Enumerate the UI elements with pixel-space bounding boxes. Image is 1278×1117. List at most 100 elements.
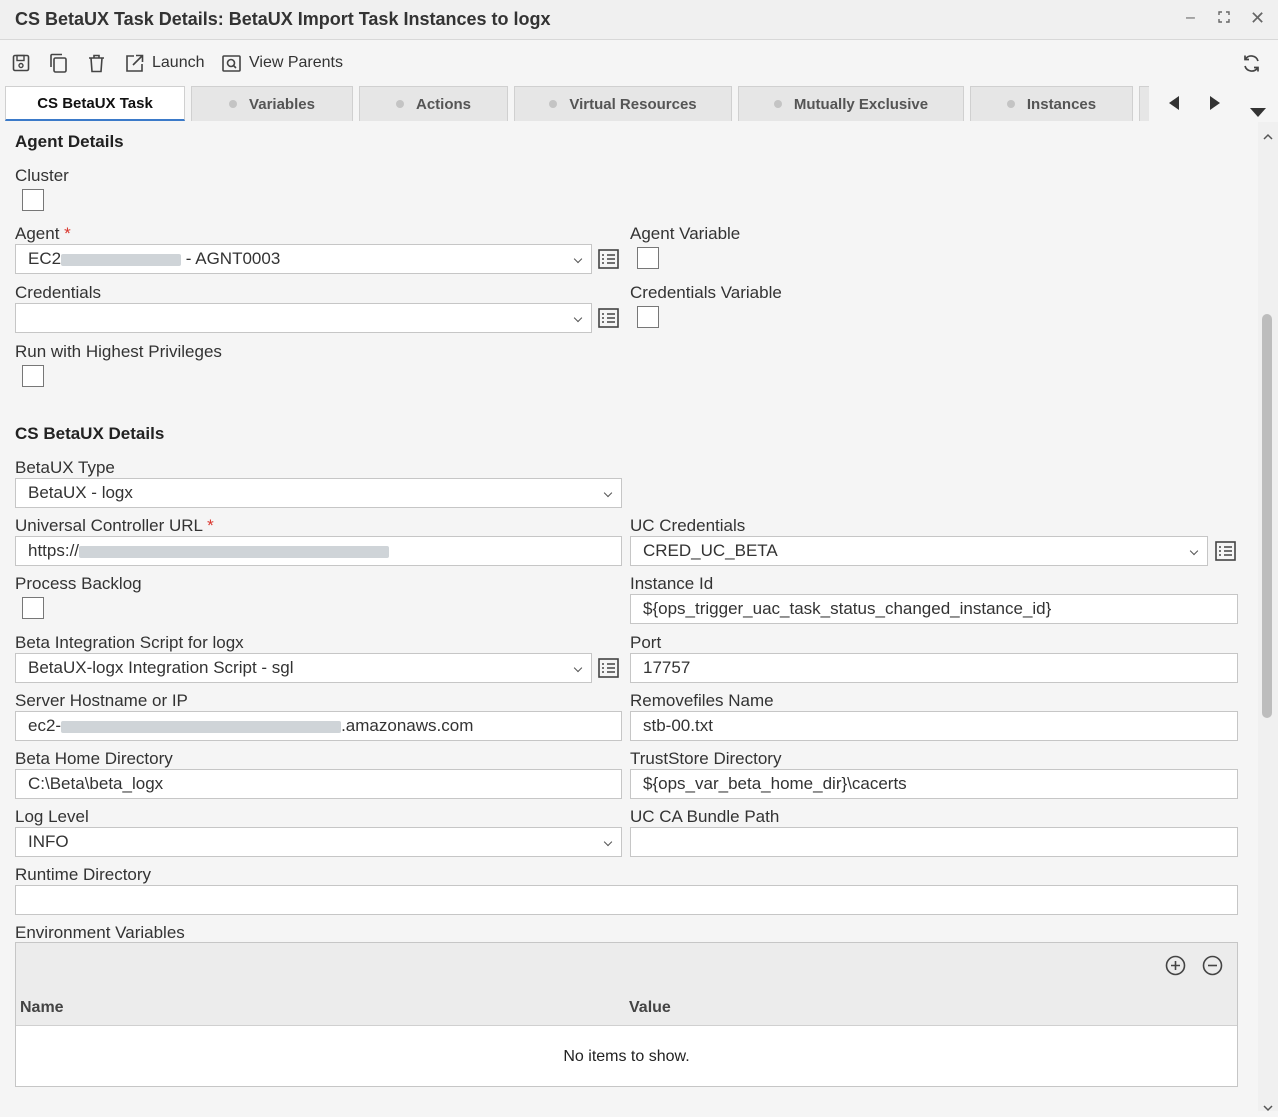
credentials-label: Credentials	[15, 283, 101, 302]
window-title: CS BetaUX Task Details: BetaUX Import Ta…	[15, 9, 551, 29]
highest-privileges-checkbox[interactable]	[22, 365, 44, 387]
ca-bundle-label: UC CA Bundle Path	[630, 807, 780, 826]
refresh-icon	[1244, 54, 1259, 72]
tab-scroll-left-icon[interactable]	[1168, 96, 1180, 115]
removefiles-input[interactable]: stb-00.txt	[630, 711, 1238, 741]
tab-label: Virtual Resources	[569, 95, 697, 113]
maximize-icon[interactable]	[1218, 10, 1230, 28]
status-dot-icon	[773, 100, 782, 108]
tab-menu-chevron-down-icon[interactable]	[1250, 104, 1266, 122]
add-row-icon[interactable]	[1165, 955, 1186, 981]
tab-label: Mutually Exclusive	[793, 95, 929, 113]
empty-message: No items to show.	[563, 1048, 690, 1065]
tab-overflow	[1139, 86, 1149, 121]
tab-variables[interactable]: Variables	[191, 86, 353, 121]
minimize-icon[interactable]: –	[1186, 9, 1195, 27]
scroll-up-icon[interactable]	[1263, 127, 1273, 145]
credentials-list-icon[interactable]	[598, 308, 619, 333]
launch-label: Launch	[152, 54, 205, 71]
launch-icon	[126, 54, 144, 72]
status-dot-icon	[1006, 100, 1015, 108]
close-icon[interactable]: ✕	[1250, 8, 1265, 29]
status-dot-icon	[549, 100, 558, 108]
scrollbar-thumb[interactable]	[1262, 314, 1272, 718]
tab-cs-betaux-task[interactable]: CS BetaUX Task	[5, 86, 185, 121]
tab-label: CS BetaUX Task	[37, 94, 153, 112]
agent-label: Agent	[15, 224, 60, 243]
cluster-label: Cluster	[15, 166, 69, 185]
env-vars-toolbar	[16, 943, 1237, 989]
port-input[interactable]: 17757	[630, 653, 1238, 683]
agent-variable-checkbox[interactable]	[637, 247, 659, 269]
agent-value-suffix: - AGNT0003	[181, 249, 281, 268]
tab-scroll-right-icon[interactable]	[1209, 96, 1221, 115]
agent-value-prefix: EC2	[28, 249, 62, 268]
view-parents-label: View Parents	[249, 54, 343, 71]
uc-url-input[interactable]: https://	[15, 536, 622, 566]
uc-credentials-select[interactable]: CRED_UC_BETA	[630, 536, 1208, 566]
credentials-variable-checkbox[interactable]	[637, 306, 659, 328]
server-input[interactable]: ec2- .amazonaws.com	[15, 711, 622, 741]
betaux-type-label: BetaUX Type	[15, 458, 115, 477]
uc-url-label: Universal Controller URL	[15, 516, 203, 535]
toolbar: Launch View Parents	[0, 41, 1278, 85]
refresh-button[interactable]	[1242, 52, 1261, 74]
home-dir-label: Beta Home Directory	[15, 749, 173, 768]
runtime-dir-input[interactable]	[15, 885, 1238, 915]
status-dot-icon	[395, 100, 404, 108]
ca-bundle-input[interactable]	[630, 827, 1238, 857]
agent-label-row: Agent *	[15, 224, 71, 244]
script-label: Beta Integration Script for logx	[15, 633, 244, 652]
launch-button[interactable]: Launch	[125, 52, 205, 74]
remove-row-icon[interactable]	[1202, 955, 1223, 981]
instance-id-label: Instance Id	[630, 574, 714, 593]
truststore-label: TrustStore Directory	[630, 749, 782, 768]
view-parents-icon	[222, 54, 241, 72]
instance-id-input[interactable]: ${ops_trigger_uac_task_status_changed_in…	[630, 594, 1238, 624]
scroll-down-icon[interactable]	[1263, 1099, 1273, 1117]
required-marker: *	[64, 224, 71, 243]
tab-mutually-exclusive[interactable]: Mutually Exclusive	[738, 86, 964, 121]
title-bar: CS BetaUX Task Details: BetaUX Import Ta…	[0, 0, 1278, 40]
save-button[interactable]	[12, 52, 30, 74]
env-vars-header: Name Value	[16, 988, 1237, 1026]
tab-virtual-resources[interactable]: Virtual Resources	[514, 86, 732, 121]
script-list-icon[interactable]	[598, 658, 619, 683]
tab-actions[interactable]: Actions	[359, 86, 508, 121]
server-label: Server Hostname or IP	[15, 691, 188, 710]
truststore-input[interactable]: ${ops_var_beta_home_dir}\cacerts	[630, 769, 1238, 799]
delete-button[interactable]	[88, 52, 105, 74]
agent-variable-label: Agent Variable	[630, 224, 741, 243]
log-level-select[interactable]: INFO	[15, 827, 622, 857]
uc-url-prefix: https://	[28, 541, 80, 560]
status-dot-icon	[229, 100, 238, 108]
redacted-text	[61, 720, 342, 733]
cluster-checkbox[interactable]	[22, 189, 44, 211]
tab-label: Variables	[249, 95, 315, 113]
uc-credentials-list-icon[interactable]	[1215, 541, 1236, 566]
vertical-scrollbar[interactable]	[1258, 122, 1278, 1112]
tab-instances[interactable]: Instances	[970, 86, 1133, 121]
trash-icon	[89, 54, 104, 72]
agent-details-list-icon[interactable]	[598, 249, 619, 274]
agent-select[interactable]: EC2 - AGNT0003	[15, 244, 592, 274]
copy-button[interactable]	[49, 52, 68, 74]
credentials-select[interactable]	[15, 303, 592, 333]
task-form: Agent Details Cluster Agent * EC2 - AGNT…	[0, 122, 1258, 1111]
home-dir-input[interactable]: C:\Beta\beta_logx	[15, 769, 622, 799]
highest-privileges-label: Run with Highest Privileges	[15, 342, 222, 361]
server-prefix: ec2-	[28, 716, 62, 735]
script-select[interactable]: BetaUX-logx Integration Script - sgl	[15, 653, 592, 683]
required-marker: *	[207, 516, 214, 535]
removefiles-label: Removefiles Name	[630, 691, 774, 710]
uc-credentials-label: UC Credentials	[630, 516, 746, 535]
view-parents-button[interactable]: View Parents	[222, 52, 343, 74]
server-suffix: .amazonaws.com	[341, 716, 474, 735]
column-header-name[interactable]: Name	[20, 999, 64, 1017]
process-backlog-checkbox[interactable]	[22, 597, 44, 619]
log-level-label: Log Level	[15, 807, 89, 826]
credentials-variable-label: Credentials Variable	[630, 283, 782, 302]
betaux-type-select[interactable]: BetaUX - logx	[15, 478, 622, 508]
section-title-agent-details: Agent Details	[15, 132, 124, 151]
column-header-value[interactable]: Value	[629, 999, 671, 1017]
